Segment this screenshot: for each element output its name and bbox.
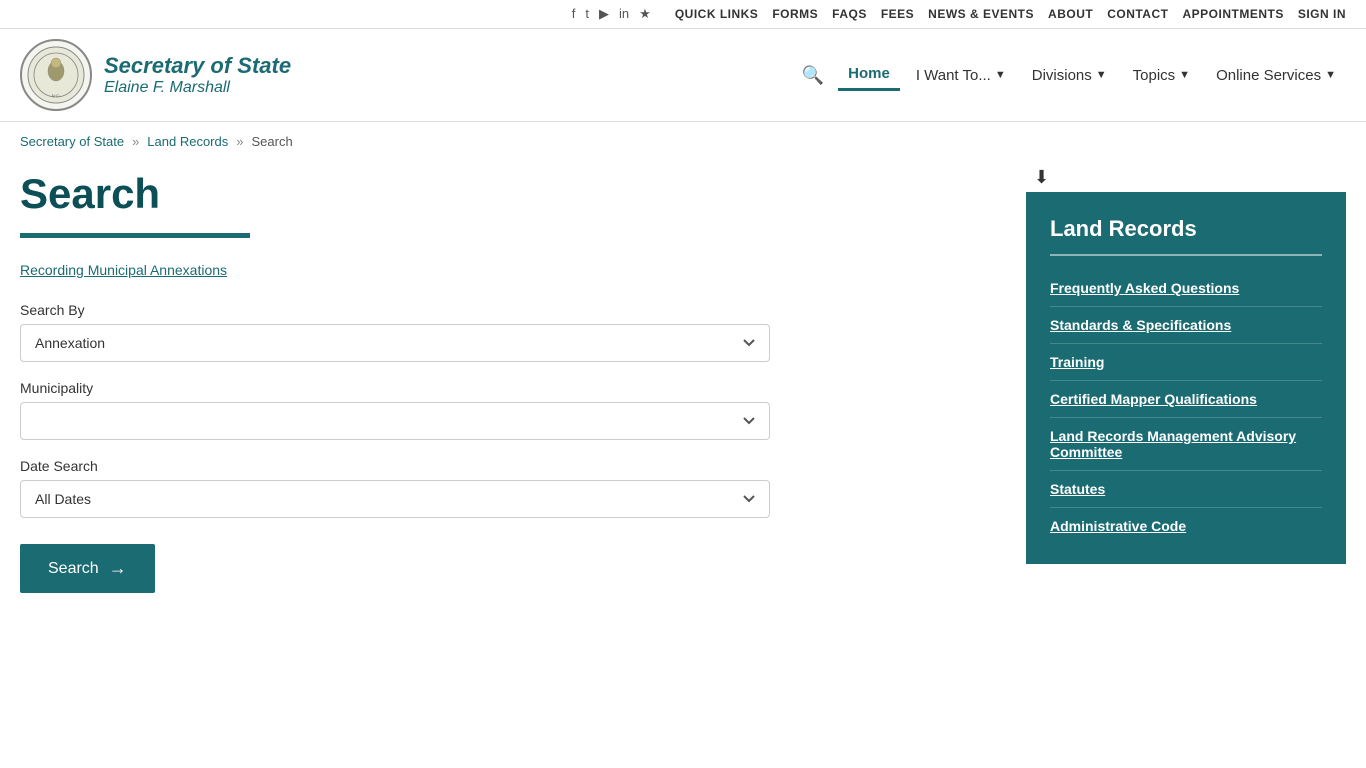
about-link[interactable]: ABOUT bbox=[1048, 7, 1093, 21]
sidebar-item-standards[interactable]: Standards & Specifications bbox=[1050, 307, 1322, 344]
rss-icon[interactable]: ★ bbox=[639, 6, 651, 22]
nav-online-services[interactable]: Online Services ▼ bbox=[1206, 61, 1346, 90]
breadcrumb-sep-2: » bbox=[236, 134, 243, 149]
sidebar: ⬇ Land Records Frequently Asked Question… bbox=[1026, 161, 1346, 593]
sidebar-item-mapper[interactable]: Certified Mapper Qualifications bbox=[1050, 381, 1322, 418]
sidebar-item-training[interactable]: Training bbox=[1050, 344, 1322, 381]
date-search-group: Date Search All Dates Last 30 Days Last … bbox=[20, 458, 986, 518]
date-search-label: Date Search bbox=[20, 458, 986, 474]
breadcrumb-current: Search bbox=[251, 134, 292, 149]
twitter-icon[interactable]: t bbox=[585, 6, 589, 22]
breadcrumb-land-records[interactable]: Land Records bbox=[147, 134, 228, 149]
breadcrumb: Secretary of State » Land Records » Sear… bbox=[0, 122, 1366, 161]
date-search-select[interactable]: All Dates Last 30 Days Last 90 Days Last… bbox=[20, 480, 770, 518]
title-underline bbox=[20, 233, 250, 238]
org-subtitle: Elaine F. Marshall bbox=[104, 79, 291, 97]
appointments-link[interactable]: APPOINTMENTS bbox=[1182, 7, 1283, 21]
sidebar-item-statutes[interactable]: Statutes bbox=[1050, 471, 1322, 508]
svg-text:N·C·: N·C· bbox=[52, 93, 60, 98]
municipality-select[interactable] bbox=[20, 402, 770, 440]
chevron-down-icon: ▼ bbox=[995, 69, 1006, 81]
chevron-down-icon: ▼ bbox=[1179, 69, 1190, 81]
arrow-right-icon: → bbox=[109, 558, 127, 579]
breadcrumb-sep-1: » bbox=[132, 134, 139, 149]
social-icons: f t ▶ in ★ bbox=[572, 6, 651, 22]
facebook-icon[interactable]: f bbox=[572, 6, 576, 22]
download-icon[interactable]: ⬇ bbox=[1026, 161, 1346, 192]
municipality-label: Municipality bbox=[20, 380, 986, 396]
chevron-down-icon: ▼ bbox=[1096, 69, 1107, 81]
youtube-icon[interactable]: ▶ bbox=[599, 6, 609, 22]
sidebar-panel: Land Records Frequently Asked Questions … bbox=[1026, 192, 1346, 564]
sidebar-item-advisory[interactable]: Land Records Management Advisory Committ… bbox=[1050, 418, 1322, 471]
header: N·C· Secretary of State Elaine F. Marsha… bbox=[0, 29, 1366, 122]
forms-link[interactable]: FORMS bbox=[772, 7, 818, 21]
quick-links-link[interactable]: QUICK LINKS bbox=[675, 7, 759, 21]
header-search-button[interactable]: 🔍 bbox=[794, 61, 832, 90]
nav-i-want-to[interactable]: I Want To... ▼ bbox=[906, 61, 1016, 90]
logo-circle: N·C· bbox=[20, 39, 92, 111]
org-title: Secretary of State bbox=[104, 53, 291, 79]
main-nav: 🔍 Home I Want To... ▼ Divisions ▼ Topics… bbox=[320, 59, 1346, 91]
search-by-group: Search By Annexation Plat Other bbox=[20, 302, 986, 362]
search-by-label: Search By bbox=[20, 302, 986, 318]
search-button[interactable]: Search → bbox=[20, 544, 155, 593]
content-area: Search Recording Municipal Annexations S… bbox=[20, 161, 1026, 593]
contact-link[interactable]: CONTACT bbox=[1107, 7, 1168, 21]
logo-area: N·C· Secretary of State Elaine F. Marsha… bbox=[20, 39, 300, 111]
recording-municipal-link[interactable]: Recording Municipal Annexations bbox=[20, 262, 227, 278]
chevron-down-icon: ▼ bbox=[1325, 69, 1336, 81]
search-button-label: Search bbox=[48, 560, 99, 578]
utility-links: QUICK LINKS FORMS FAQS FEES NEWS & EVENT… bbox=[675, 7, 1346, 21]
nav-divisions[interactable]: Divisions ▼ bbox=[1022, 61, 1117, 90]
sidebar-item-admin-code[interactable]: Administrative Code bbox=[1050, 508, 1322, 544]
fees-link[interactable]: FEES bbox=[881, 7, 914, 21]
main-container: Search Recording Municipal Annexations S… bbox=[0, 161, 1366, 623]
search-by-select[interactable]: Annexation Plat Other bbox=[20, 324, 770, 362]
sign-in-link[interactable]: SIGN IN bbox=[1298, 7, 1346, 21]
sidebar-panel-title: Land Records bbox=[1050, 216, 1322, 256]
nav-topics[interactable]: Topics ▼ bbox=[1123, 61, 1200, 90]
municipality-group: Municipality bbox=[20, 380, 986, 440]
top-bar: f t ▶ in ★ QUICK LINKS FORMS FAQS FEES N… bbox=[0, 0, 1366, 29]
linkedin-icon[interactable]: in bbox=[619, 6, 629, 22]
faqs-link[interactable]: FAQS bbox=[832, 7, 867, 21]
news-events-link[interactable]: NEWS & EVENTS bbox=[928, 7, 1034, 21]
page-title: Search bbox=[20, 171, 986, 217]
org-name: Secretary of State Elaine F. Marshall bbox=[104, 53, 291, 97]
sidebar-item-faq[interactable]: Frequently Asked Questions bbox=[1050, 270, 1322, 307]
breadcrumb-home[interactable]: Secretary of State bbox=[20, 134, 124, 149]
nav-home[interactable]: Home bbox=[838, 59, 900, 91]
